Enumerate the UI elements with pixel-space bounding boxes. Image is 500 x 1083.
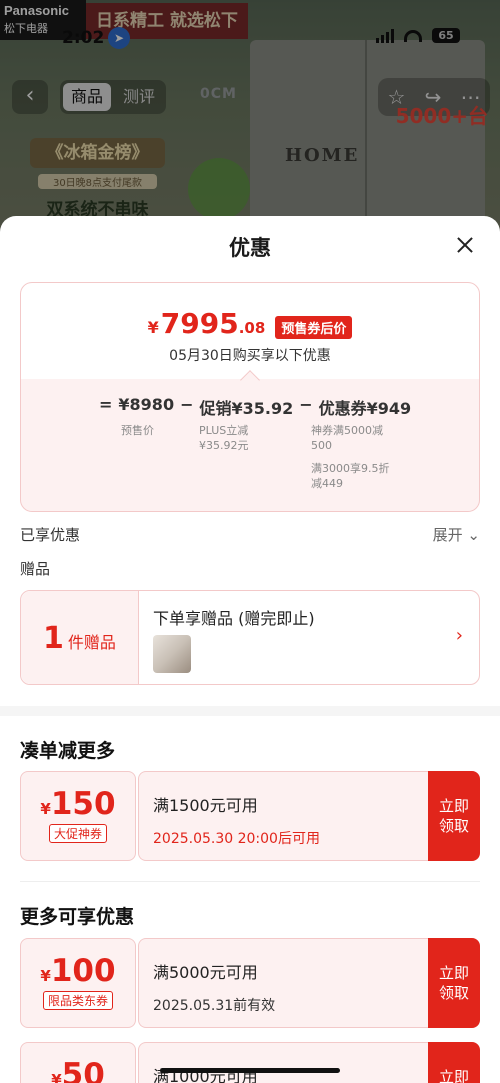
formula-minus: − bbox=[299, 395, 313, 414]
gift-card[interactable]: 1 件赠品 下单享赠品 (赠完即止) › bbox=[20, 590, 480, 685]
coupon-card: ¥150 大促神券 满1500元可用 2025.05.30 20:00后可用 立… bbox=[20, 771, 480, 861]
coupon-value: 150 bbox=[50, 786, 116, 822]
coupon-amount-block: ¥150 大促神券 bbox=[20, 771, 136, 861]
coupon-condition: 满5000元可用 bbox=[153, 963, 258, 982]
price-breakdown-card: ¥ 7995 .08 预售券后价 05月30日购买享以下优惠 = ¥8980 −… bbox=[20, 282, 480, 512]
close-icon[interactable] bbox=[450, 230, 480, 260]
coupon-badge: 限品类东券 bbox=[42, 991, 113, 1010]
final-price-decimal: .08 bbox=[238, 319, 266, 337]
discount-sheet: 优惠 ¥ 7995 .08 预售券后价 05月30日购买享以下优惠 = ¥898… bbox=[0, 216, 500, 1083]
coupon-amount-block: ¥50 bbox=[20, 1042, 136, 1083]
coupon-badge: 大促神券 bbox=[48, 824, 107, 843]
section-separator bbox=[20, 881, 480, 882]
promo-detail: PLUS立减 ¥35.92元 bbox=[199, 424, 249, 452]
claim-coupon-button[interactable]: 立即领取 bbox=[428, 771, 480, 861]
final-price: ¥ 7995 .08 预售券后价 bbox=[21, 307, 479, 340]
formula-equals: = bbox=[99, 395, 113, 414]
section-title-extra: 更多可享优惠 bbox=[20, 906, 135, 928]
coupon-detail-discount: 满3000享9.5折 减449 bbox=[311, 462, 390, 490]
final-price-currency: ¥ bbox=[147, 318, 159, 337]
gift-title: 下单享赠品 (赠完即止) bbox=[153, 609, 315, 628]
coupon-discount: 优惠券¥949 bbox=[318, 399, 412, 418]
chevron-down-icon: ⌄ bbox=[467, 526, 480, 544]
coupon-value: 50 bbox=[61, 1057, 105, 1083]
coupon-amount: ¥150 bbox=[21, 786, 135, 822]
coupon-currency: ¥ bbox=[51, 1071, 62, 1083]
price-formula: = ¥8980 − 促销¥35.92 − 优惠券¥949 bbox=[99, 395, 411, 419]
gift-unit: 件赠品 bbox=[67, 633, 116, 652]
coupon-amount-block: ¥100 限品类东券 bbox=[20, 938, 136, 1028]
coupon-currency: ¥ bbox=[40, 800, 51, 818]
enjoyed-discounts-label: 已享优惠 bbox=[20, 526, 81, 544]
coupon-condition: 满1500元可用 bbox=[153, 796, 258, 815]
formula-minus: − bbox=[180, 395, 194, 414]
coupon-valid-time: 2025.05.31前有效 bbox=[153, 998, 276, 1014]
coupon-info: 满1500元可用 2025.05.30 20:00后可用 bbox=[138, 771, 428, 861]
claim-coupon-button[interactable]: 立即领取 bbox=[428, 1042, 480, 1083]
coupon-currency: ¥ bbox=[40, 967, 51, 985]
promo-discount: 促销¥35.92 bbox=[199, 399, 294, 418]
coupon-amount: ¥50 bbox=[21, 1057, 135, 1083]
presale-label: 预售价 bbox=[121, 424, 154, 437]
gift-section-label: 赠品 bbox=[20, 560, 51, 578]
modal-overlay[interactable] bbox=[0, 0, 500, 240]
callout-pointer bbox=[240, 370, 260, 390]
coupon-card: ¥100 限品类东券 满5000元可用 2025.05.31前有效 立即领取 bbox=[20, 938, 480, 1028]
home-indicator[interactable] bbox=[160, 1068, 340, 1073]
coupon-amount: ¥100 bbox=[21, 953, 135, 989]
claim-coupon-button[interactable]: 立即领取 bbox=[428, 938, 480, 1028]
presale-price: ¥8980 bbox=[118, 395, 175, 414]
coupon-info: 满5000元可用 2025.05.31前有效 bbox=[138, 938, 428, 1028]
coupon-detail-shenquan: 神券满5000减 500 bbox=[311, 424, 383, 452]
gift-thumbnail bbox=[153, 635, 191, 673]
expand-label: 展开 bbox=[432, 526, 463, 544]
sheet-title: 优惠 bbox=[229, 236, 271, 260]
section-divider bbox=[0, 706, 500, 716]
final-price-integer: 7995 bbox=[160, 307, 239, 340]
expand-toggle[interactable]: 展开 ⌄ bbox=[433, 524, 480, 545]
gift-count: 1 bbox=[43, 621, 64, 656]
coupon-value: 100 bbox=[50, 953, 116, 989]
purchase-date-note: 05月30日购买享以下优惠 bbox=[169, 348, 331, 364]
final-price-tag: 预售券后价 bbox=[275, 316, 353, 339]
chevron-right-icon: › bbox=[455, 625, 463, 646]
coupon-valid-time: 2025.05.30 20:00后可用 bbox=[153, 831, 320, 847]
gift-count-block: 1 件赠品 bbox=[21, 591, 139, 684]
coupon-condition: 满1000元可用 bbox=[153, 1067, 258, 1083]
section-title-more: 凑单减更多 bbox=[20, 740, 116, 762]
coupon-card: ¥50 满1000元可用 立即领取 bbox=[20, 1042, 480, 1083]
coupon-info: 满1000元可用 bbox=[138, 1042, 428, 1083]
